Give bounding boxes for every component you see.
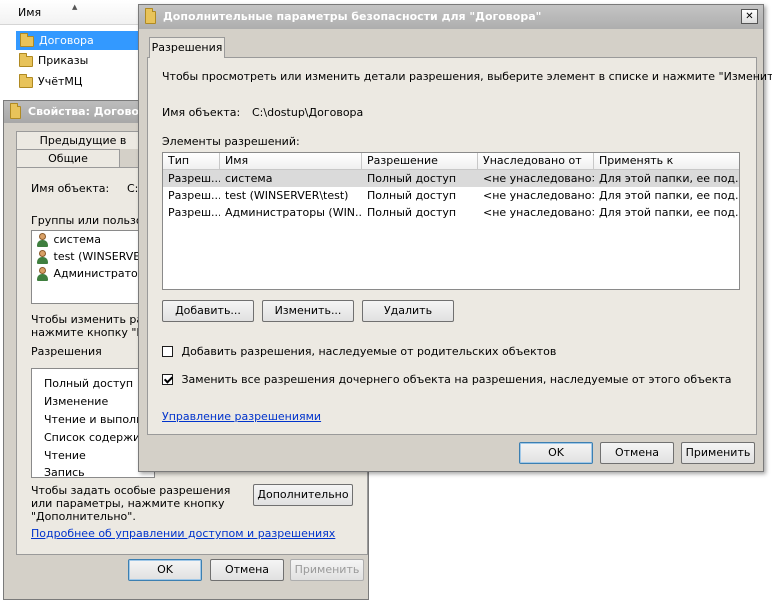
folder-icon — [19, 74, 33, 88]
col-header-inherited[interactable]: Унаследовано от — [478, 153, 594, 169]
add-button[interactable]: Добавить... — [162, 300, 254, 322]
object-name-value: C:\dostup\Договора — [252, 106, 364, 119]
advanced-titlebar[interactable]: Дополнительные параметры безопасности дл… — [139, 5, 763, 29]
properties-title: Свойства: Договор — [28, 105, 147, 118]
tab-label: Разрешения — [151, 41, 223, 54]
user-icon — [36, 250, 50, 264]
inherit-permissions-label: Добавить разрешения, наследуемые от роди… — [181, 344, 557, 358]
explorer-item-uchetmc[interactable]: УчётМЦ — [16, 73, 140, 92]
replace-permissions-row[interactable]: Заменить все разрешения дочернего объект… — [162, 372, 732, 386]
sort-up-icon: ▲ — [72, 3, 78, 11]
cancel-button[interactable]: Отмена — [600, 442, 674, 464]
tab-label: Предыдущие в — [39, 134, 127, 147]
folder-icon — [10, 103, 21, 119]
permissions-tab-page: Чтобы просмотреть или изменить детали ра… — [147, 57, 772, 435]
table-row[interactable]: Разреш... система Полный доступ <не унас… — [163, 170, 739, 187]
permissions-table[interactable]: Тип Имя Разрешение Унаследовано от Приме… — [162, 152, 740, 290]
explorer-item-label: Договора — [39, 34, 94, 47]
delete-button[interactable]: Удалить — [362, 300, 454, 322]
folder-icon — [20, 33, 34, 47]
tab-previous-versions[interactable]: Предыдущие в — [16, 131, 150, 149]
entries-label: Элементы разрешений: — [162, 135, 300, 148]
col-header-permission[interactable]: Разрешение — [362, 153, 478, 169]
permissions-label: Разрешения — [31, 345, 102, 358]
advanced-title: Дополнительные параметры безопасности дл… — [163, 10, 542, 23]
close-icon: ✕ — [745, 11, 754, 22]
user-item-administrators[interactable]: Администраторы — [36, 267, 153, 281]
more-info-link[interactable]: Подробнее об управлении доступом и разре… — [31, 527, 335, 540]
explorer-item-label: УчётМЦ — [38, 75, 83, 88]
column-header-name[interactable]: Имя ▲ — [0, 0, 140, 25]
replace-permissions-checkbox[interactable] — [162, 373, 173, 385]
close-button[interactable]: ✕ — [741, 9, 758, 24]
user-group-icon — [36, 233, 50, 247]
props-cancel-button[interactable]: Отмена — [210, 559, 284, 581]
apply-button[interactable]: Применить — [681, 442, 755, 464]
user-item-test[interactable]: test (WINSERVE — [36, 250, 140, 264]
special-hint: Чтобы задать особые разрешения или парам… — [31, 484, 231, 523]
col-header-apply-to[interactable]: Применять к — [594, 153, 739, 169]
advanced-security-dialog: Дополнительные параметры безопасности дл… — [138, 4, 772, 472]
replace-permissions-label: Заменить все разрешения дочернего объект… — [181, 372, 732, 386]
table-row[interactable]: Разреш... Администраторы (WIN... Полный … — [163, 204, 739, 221]
explorer-item-prikazy[interactable]: Приказы — [16, 52, 140, 71]
props-ok-button[interactable]: OK — [128, 559, 202, 581]
perm-modify: Изменение — [44, 395, 109, 408]
col-header-type[interactable]: Тип — [163, 153, 220, 169]
perm-read-execute: Чтение и выполне — [44, 413, 151, 426]
advanced-button[interactable]: Дополнительно — [253, 484, 353, 506]
manage-permissions-link[interactable]: Управление разрешениями — [162, 410, 321, 423]
user-group-icon — [36, 267, 50, 281]
edit-button[interactable]: Изменить... — [262, 300, 354, 322]
inherit-permissions-checkbox[interactable] — [162, 345, 173, 357]
tab-general[interactable]: Общие — [16, 149, 120, 168]
permissions-listbox[interactable]: Полный доступ Изменение Чтение и выполне… — [31, 368, 155, 478]
explorer-item-dogovora[interactable]: Договора — [16, 31, 140, 50]
folder-icon — [145, 8, 156, 24]
table-row[interactable]: Разреш... test (WINSERVER\test) Полный д… — [163, 187, 739, 204]
explorer-pane: Имя ▲ Договора Приказы УчётМЦ — [0, 0, 140, 100]
info-text: Чтобы просмотреть или изменить детали ра… — [162, 70, 772, 83]
folder-icon — [19, 53, 33, 67]
col-header-name[interactable]: Имя — [220, 153, 362, 169]
inherit-permissions-row[interactable]: Добавить разрешения, наследуемые от роди… — [162, 344, 556, 358]
users-listbox[interactable]: система test (WINSERVE Администраторы — [31, 230, 155, 304]
user-item-system[interactable]: система — [36, 233, 101, 247]
ok-button[interactable]: OK — [519, 442, 593, 464]
perm-read: Чтение — [44, 449, 86, 462]
perm-write: Запись — [44, 466, 85, 478]
explorer-item-label: Приказы — [38, 54, 89, 67]
object-name-value: C: — [127, 182, 139, 195]
tab-permissions[interactable]: Разрешения — [149, 37, 225, 58]
column-header-label: Имя — [18, 6, 42, 19]
tab-label: Общие — [48, 152, 88, 165]
object-name-label: Имя объекта: — [31, 182, 110, 195]
perm-full-control: Полный доступ — [44, 377, 134, 390]
props-apply-button[interactable]: Применить — [290, 559, 364, 581]
object-name-label: Имя объекта: — [162, 106, 241, 119]
